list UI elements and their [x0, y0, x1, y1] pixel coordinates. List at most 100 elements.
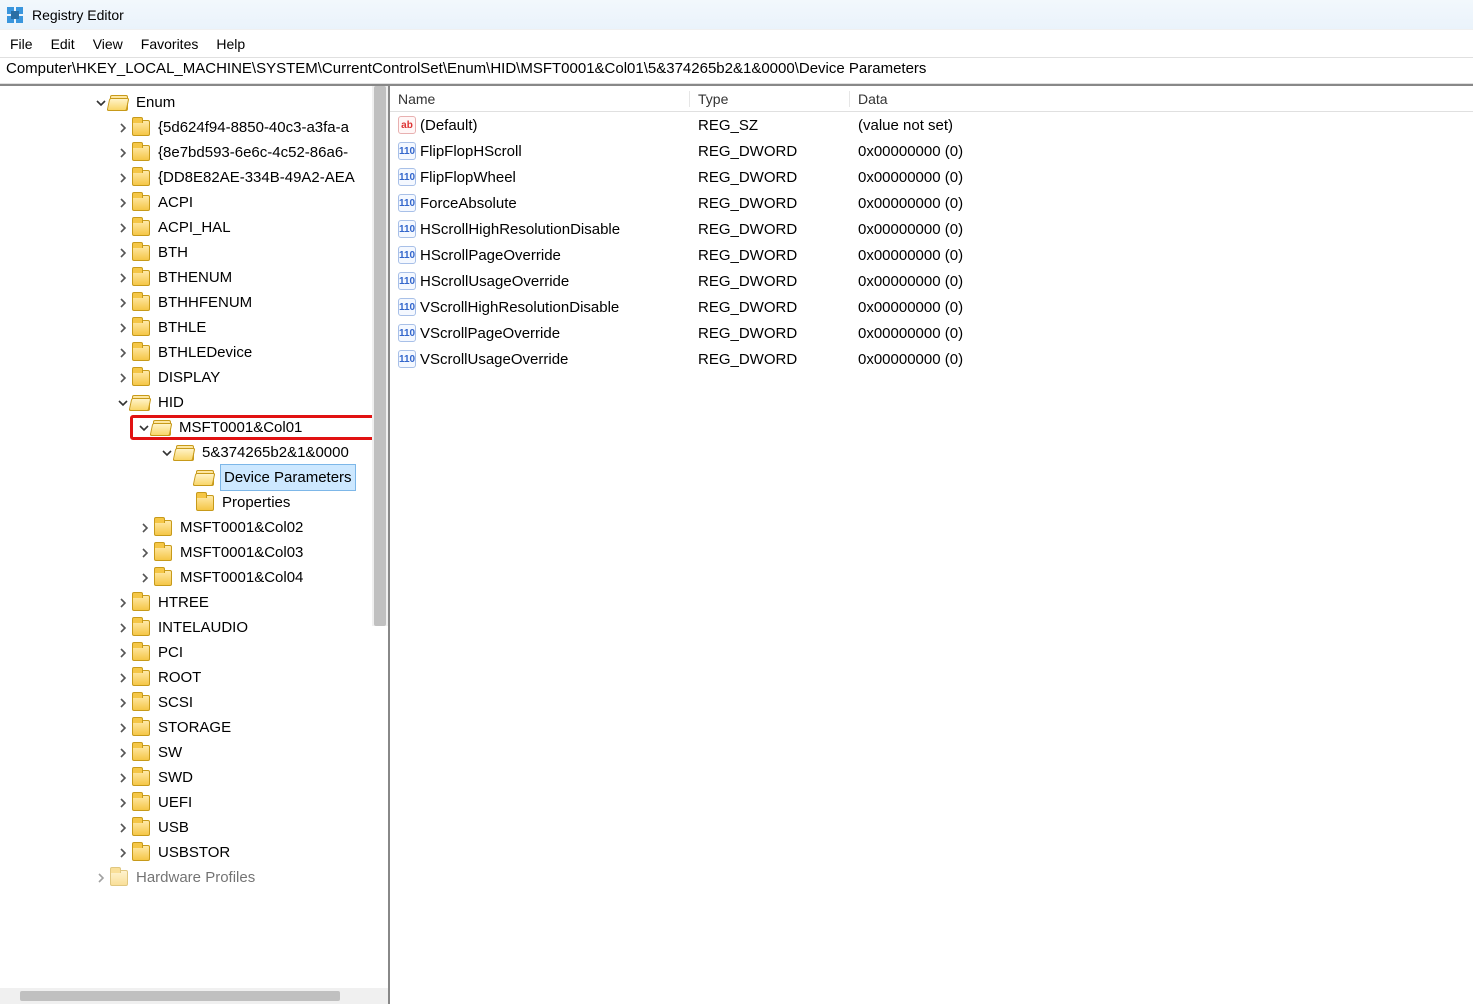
chevron-right-icon[interactable]	[138, 546, 152, 560]
chevron-right-icon[interactable]	[116, 596, 130, 610]
menu-edit[interactable]: Edit	[51, 36, 75, 52]
tree-node-properties[interactable]: Properties	[0, 490, 388, 515]
tree-node-acpi-hal[interactable]: ACPI_HAL	[0, 215, 388, 240]
chevron-right-icon[interactable]	[116, 821, 130, 835]
tree-node-storage[interactable]: STORAGE	[0, 715, 388, 740]
chevron-right-icon[interactable]	[116, 721, 130, 735]
address-bar[interactable]: Computer\HKEY_LOCAL_MACHINE\SYSTEM\Curre…	[0, 58, 1473, 84]
list-row[interactable]: 110FlipFlopWheelREG_DWORD0x00000000 (0)	[390, 164, 1473, 190]
value-data: 0x00000000 (0)	[850, 195, 1473, 212]
menu-file[interactable]: File	[10, 36, 33, 52]
tree-node-device-instance[interactable]: 5&374265b2&1&0000	[0, 440, 388, 465]
folder-icon	[154, 520, 172, 536]
tree-horizontal-scrollbar[interactable]	[0, 988, 388, 1004]
list-row[interactable]: 110VScrollHighResolutionDisableREG_DWORD…	[390, 294, 1473, 320]
string-value-icon: ab	[398, 116, 416, 134]
value-data: 0x00000000 (0)	[850, 143, 1473, 160]
tree-node-root[interactable]: ROOT	[0, 665, 388, 690]
menu-favorites[interactable]: Favorites	[141, 36, 199, 52]
tree-node-bthle[interactable]: BTHLE	[0, 315, 388, 340]
list-row[interactable]: 110HScrollPageOverrideREG_DWORD0x0000000…	[390, 242, 1473, 268]
tree-node-msft-col03[interactable]: MSFT0001&Col03	[0, 540, 388, 565]
chevron-right-icon[interactable]	[138, 571, 152, 585]
chevron-right-icon[interactable]	[116, 121, 130, 135]
tree-node-sw[interactable]: SW	[0, 740, 388, 765]
tree-node-bthenum[interactable]: BTHENUM	[0, 265, 388, 290]
menu-help[interactable]: Help	[216, 36, 245, 52]
tree-node-device-parameters[interactable]: Device Parameters	[0, 465, 388, 490]
tree-node-acpi[interactable]: ACPI	[0, 190, 388, 215]
tree-node-msft-col02[interactable]: MSFT0001&Col02	[0, 515, 388, 540]
column-header-data[interactable]: Data	[850, 91, 1473, 107]
tree-node-hardware-profiles[interactable]: Hardware Profiles	[0, 865, 388, 890]
chevron-right-icon[interactable]	[116, 796, 130, 810]
chevron-right-icon[interactable]	[116, 371, 130, 385]
chevron-down-icon[interactable]	[94, 96, 108, 110]
tree-node-intelaudio[interactable]: INTELAUDIO	[0, 615, 388, 640]
tree-node-swd[interactable]: SWD	[0, 765, 388, 790]
tree-node-usb[interactable]: USB	[0, 815, 388, 840]
folder-open-icon	[132, 395, 150, 411]
chevron-right-icon[interactable]	[116, 171, 130, 185]
tree-label: MSFT0001&Col02	[178, 515, 305, 540]
dword-value-icon: 110	[398, 220, 416, 238]
chevron-right-icon[interactable]	[116, 221, 130, 235]
chevron-right-icon[interactable]	[116, 146, 130, 160]
tree-node-bthledevice[interactable]: BTHLEDevice	[0, 340, 388, 365]
list-row[interactable]: 110FlipFlopHScrollREG_DWORD0x00000000 (0…	[390, 138, 1473, 164]
tree-node-enum[interactable]: Enum	[0, 90, 388, 115]
chevron-right-icon[interactable]	[116, 346, 130, 360]
registry-tree[interactable]: Enum {5d624f94-8850-40c3-a3fa-a {8e7bd59…	[0, 86, 388, 894]
tree-node-scsi[interactable]: SCSI	[0, 690, 388, 715]
chevron-down-icon[interactable]	[160, 446, 174, 460]
chevron-right-icon[interactable]	[138, 521, 152, 535]
chevron-right-icon[interactable]	[116, 746, 130, 760]
tree-node-msft-col04[interactable]: MSFT0001&Col04	[0, 565, 388, 590]
chevron-right-icon[interactable]	[116, 646, 130, 660]
list-row[interactable]: 110HScrollHighResolutionDisableREG_DWORD…	[390, 216, 1473, 242]
list-row[interactable]: 110HScrollUsageOverrideREG_DWORD0x000000…	[390, 268, 1473, 294]
value-type: REG_DWORD	[690, 169, 850, 186]
tree-node-bthhfenum[interactable]: BTHHFENUM	[0, 290, 388, 315]
tree-node-uefi[interactable]: UEFI	[0, 790, 388, 815]
tree-node-hid[interactable]: HID	[0, 390, 388, 415]
tree-label: ACPI_HAL	[156, 215, 233, 240]
tree-node-bth[interactable]: BTH	[0, 240, 388, 265]
chevron-right-icon[interactable]	[116, 196, 130, 210]
tree-vertical-scrollbar[interactable]	[372, 86, 388, 626]
chevron-right-icon[interactable]	[116, 771, 130, 785]
chevron-right-icon[interactable]	[116, 271, 130, 285]
tree-node-msft-col01[interactable]: MSFT0001&Col01	[0, 415, 388, 440]
chevron-right-icon[interactable]	[116, 296, 130, 310]
folder-open-icon	[196, 470, 214, 486]
tree-node-display[interactable]: DISPLAY	[0, 365, 388, 390]
tree-node-usbstor[interactable]: USBSTOR	[0, 840, 388, 865]
chevron-right-icon[interactable]	[116, 621, 130, 635]
menu-view[interactable]: View	[93, 36, 123, 52]
column-header-name[interactable]: Name	[390, 91, 690, 107]
list-row[interactable]: 110VScrollUsageOverrideREG_DWORD0x000000…	[390, 346, 1473, 372]
chevron-right-icon[interactable]	[116, 246, 130, 260]
tree-label: USB	[156, 815, 191, 840]
tree-node-guid[interactable]: {8e7bd593-6e6c-4c52-86a6-	[0, 140, 388, 165]
tree-node-guid[interactable]: {5d624f94-8850-40c3-a3fa-a	[0, 115, 388, 140]
chevron-right-icon[interactable]	[116, 846, 130, 860]
value-type: REG_SZ	[690, 117, 850, 134]
chevron-right-icon[interactable]	[116, 671, 130, 685]
list-row[interactable]: ab(Default)REG_SZ(value not set)	[390, 112, 1473, 138]
tree-node-pci[interactable]: PCI	[0, 640, 388, 665]
list-row[interactable]: 110VScrollPageOverrideREG_DWORD0x0000000…	[390, 320, 1473, 346]
list-row[interactable]: 110ForceAbsoluteREG_DWORD0x00000000 (0)	[390, 190, 1473, 216]
chevron-down-icon[interactable]	[137, 421, 151, 435]
value-name: FlipFlopHScroll	[420, 143, 522, 160]
tree-label: UEFI	[156, 790, 194, 815]
tree-node-htree[interactable]: HTREE	[0, 590, 388, 615]
column-header-type[interactable]: Type	[690, 91, 850, 107]
tree-node-guid[interactable]: {DD8E82AE-334B-49A2-AEA	[0, 165, 388, 190]
value-type: REG_DWORD	[690, 351, 850, 368]
chevron-right-icon[interactable]	[94, 871, 108, 885]
values-list[interactable]: ab(Default)REG_SZ(value not set)110FlipF…	[390, 112, 1473, 372]
chevron-down-icon[interactable]	[116, 396, 130, 410]
chevron-right-icon[interactable]	[116, 696, 130, 710]
chevron-right-icon[interactable]	[116, 321, 130, 335]
